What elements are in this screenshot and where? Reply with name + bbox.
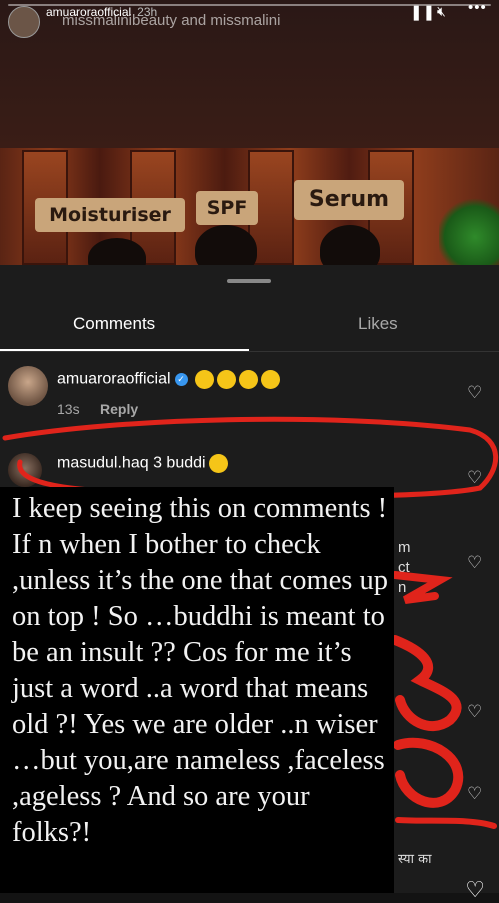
story-like-heart-icon[interactable]: ♡: [465, 877, 485, 903]
story-overlay-text: I keep seeing this on comments ! If n wh…: [12, 493, 388, 848]
